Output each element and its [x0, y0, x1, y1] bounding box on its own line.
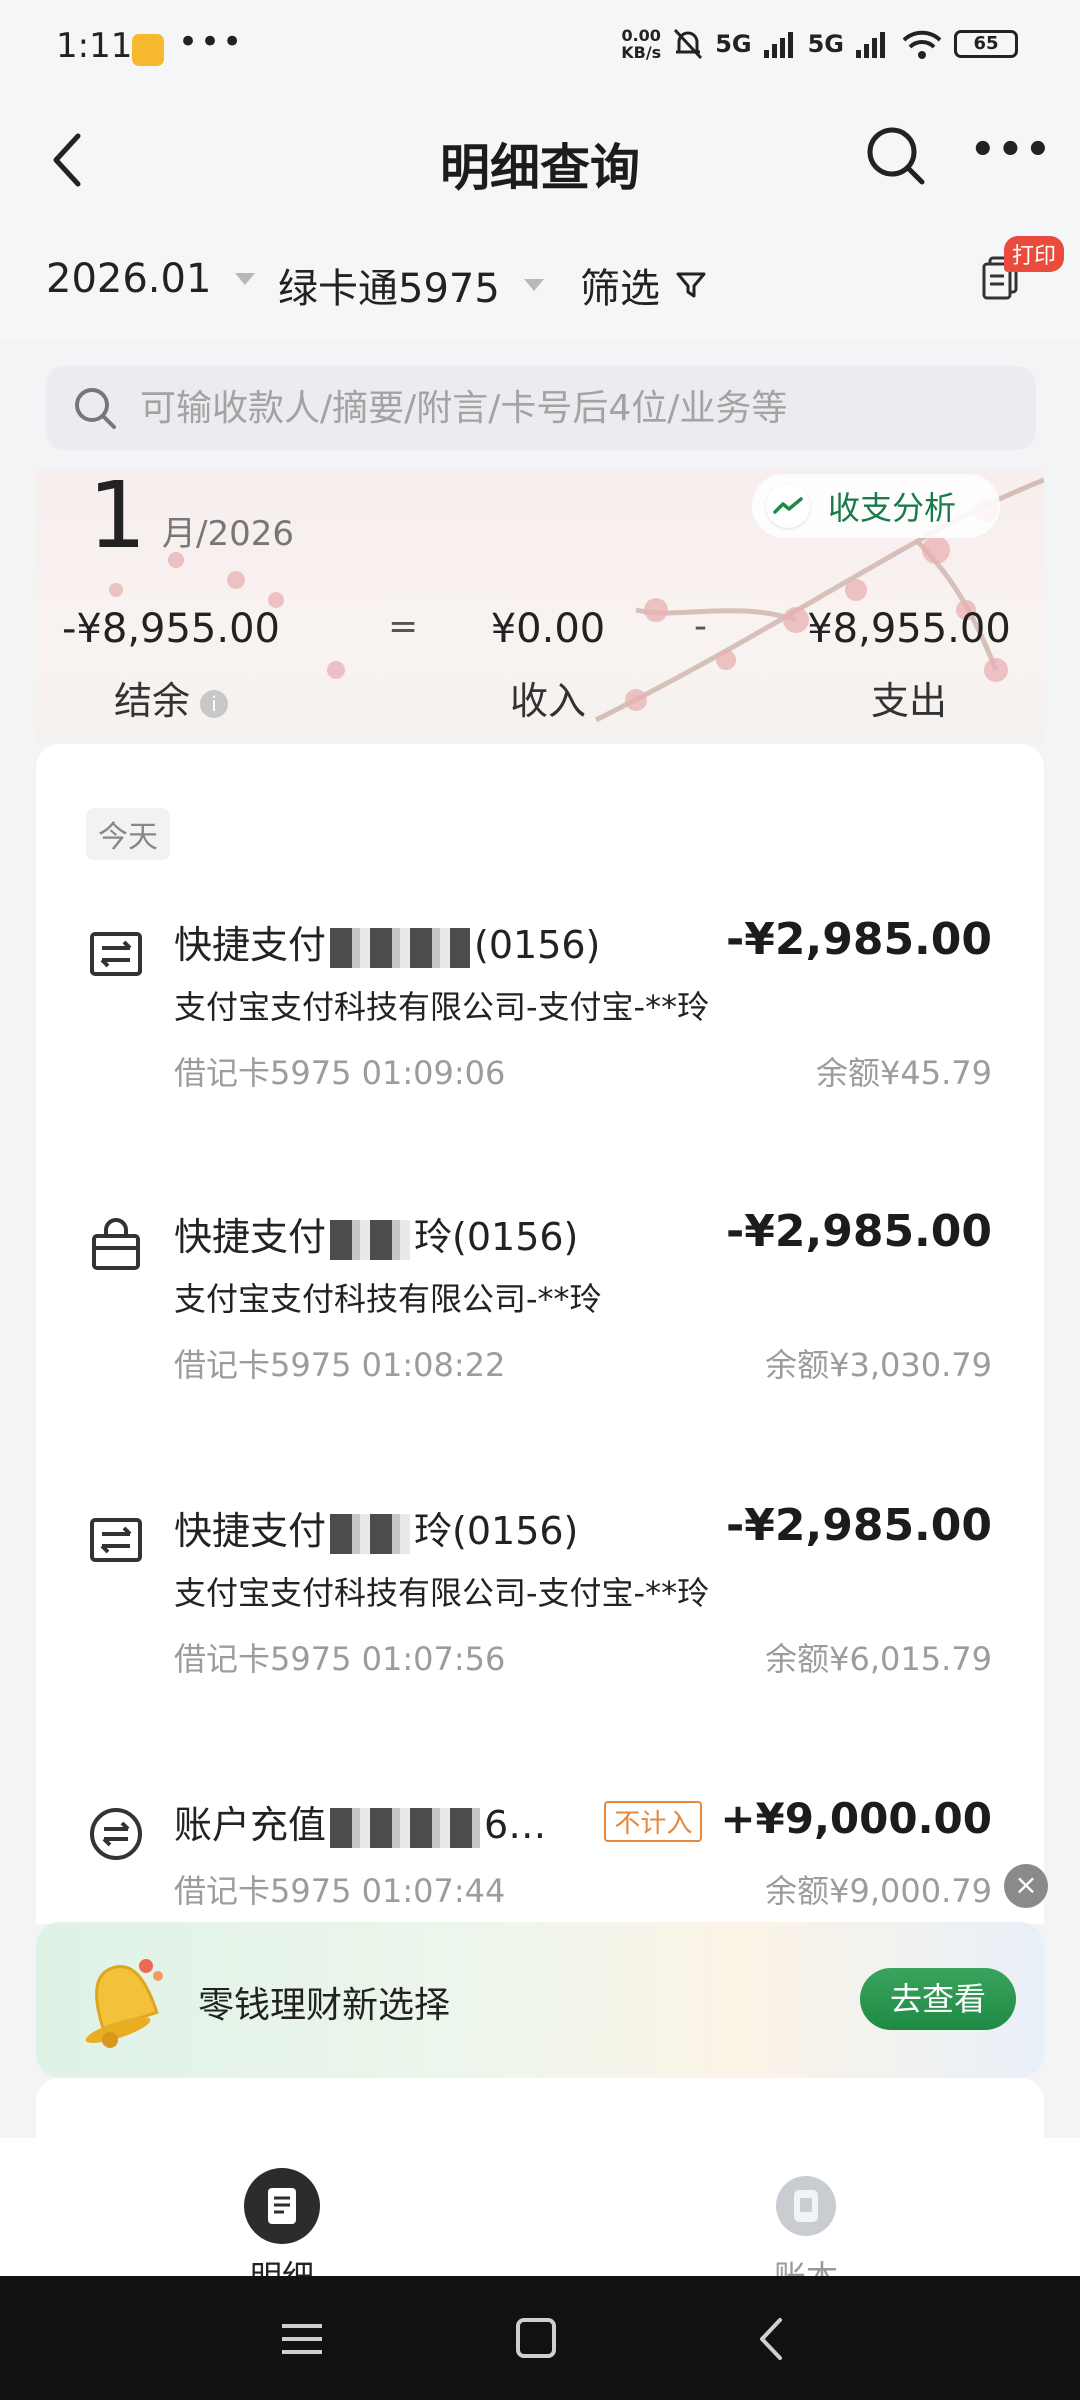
filter-button[interactable]: 筛选: [580, 256, 708, 314]
balance-label-wrap: 结余 i: [56, 670, 286, 725]
search-button[interactable]: [860, 120, 932, 192]
promo-text: 零钱理财新选择: [198, 1985, 451, 2026]
transaction-card-time: 借记卡5975 01:07:56: [174, 1640, 506, 1678]
system-navigation-bar: [0, 2276, 1080, 2400]
redacted-text: [330, 1219, 411, 1260]
search-icon: [867, 127, 925, 185]
more-options-button[interactable]: •••: [970, 120, 1051, 192]
transaction-title: 账户充值 6…: [174, 1803, 547, 1848]
excluded-tag: 不计入: [604, 1801, 703, 1842]
minus-sign: -: [694, 606, 707, 647]
transaction-item[interactable]: 快捷支付 玲(0156) -¥2,985.00 支付宝支付科技有限公司-支付宝-*…: [36, 1476, 1044, 1756]
shopping-bag-icon: [92, 1218, 140, 1270]
transaction-card-time: 借记卡5975 01:08:22: [174, 1346, 506, 1384]
ledger-icon: [768, 2168, 844, 2244]
month-year: 月/2026: [162, 514, 294, 554]
filter-bar: 2026.01 绿卡通5975 筛选: [0, 220, 1080, 340]
income-value: ¥0.00: [490, 606, 606, 652]
equals-sign: =: [388, 606, 419, 647]
bottom-navigation: 明细 账本: [0, 2108, 1080, 2296]
funnel-icon: [676, 272, 706, 298]
transaction-card-time: 借记卡5975 01:09:06: [174, 1054, 506, 1092]
exchange-icon: [90, 1808, 142, 1860]
transaction-item[interactable]: 快捷支付 玲(0156) -¥2,985.00 支付宝支付科技有限公司-**玲 借…: [36, 1182, 1044, 1462]
transaction-counterparty: 支付宝支付科技有限公司-**玲: [174, 1280, 602, 1318]
transaction-balance: 余额¥3,030.79: [765, 1346, 992, 1384]
bell-muted-icon: [674, 28, 703, 60]
promo-banner[interactable]: 零钱理财新选择 去查看: [36, 1922, 1044, 2078]
month-selector[interactable]: 2026.01: [46, 256, 256, 302]
transaction-item[interactable]: 快捷支付 (0156) -¥2,985.00 支付宝支付科技有限公司-支付宝-**…: [36, 890, 1044, 1170]
net-speed: 0.00 KB/s: [621, 26, 662, 62]
home-icon[interactable]: [506, 2314, 566, 2364]
menu-icon[interactable]: [272, 2314, 332, 2364]
redacted-text: [330, 1513, 411, 1554]
search-bar[interactable]: [46, 366, 1036, 450]
month-summary-card: 1 月/2026 收支分析 -¥8,955.00 = ¥0.00 - ¥8,95…: [36, 470, 1044, 744]
app-notification-icon: [132, 34, 164, 66]
redacted-text: [330, 927, 471, 968]
dropdown-triangle-icon: [523, 279, 544, 291]
filter-label: 筛选: [580, 266, 660, 312]
day-group-label: 今天: [86, 808, 170, 860]
status-indicators: 0.00 KB/s 5G 5G 65: [621, 26, 1018, 62]
transaction-amount-row: 不计入 +¥9,000.00: [604, 1794, 992, 1843]
transaction-list: 今天 快捷支付 (0156) -¥2,985.00 支付宝支付科技有限公司-支付宝…: [36, 744, 1044, 1924]
transaction-card-time: 借记卡5975 01:07:44: [174, 1872, 506, 1910]
transaction-title: 快捷支付 玲(0156): [174, 1509, 579, 1554]
transfer-icon: [90, 1518, 142, 1562]
golden-bell-icon: [85, 1959, 163, 2048]
transaction-amount: -¥2,985.00: [726, 1500, 992, 1551]
transaction-item[interactable]: 账户充值 6… 不计入 +¥9,000.00 借记卡5975 01:07:44 余额…: [36, 1770, 1044, 1924]
transfer-icon: [90, 932, 142, 976]
month-number: 1: [88, 470, 147, 569]
transaction-title: 快捷支付 玲(0156): [174, 1215, 579, 1260]
expense-value: ¥8,955.00: [807, 606, 1011, 652]
transaction-amount: +¥9,000.00: [720, 1794, 992, 1843]
search-input[interactable]: [140, 387, 1020, 429]
card-selector-label: 绿卡通5975: [278, 266, 500, 312]
transaction-title: 快捷支付 (0156): [174, 923, 601, 968]
income-expense-analysis-button[interactable]: 收支分析: [752, 474, 1000, 538]
status-time: 1:11: [56, 26, 133, 66]
transaction-balance: 余额¥9,000.79: [765, 1872, 992, 1910]
status-bar: 1:11 ••• 0.00 KB/s 5G 5G 65: [0, 0, 1080, 100]
transaction-balance: 余额¥45.79: [816, 1054, 992, 1092]
more-notifications-icon: •••: [178, 22, 245, 62]
back-icon[interactable]: [742, 2314, 802, 2364]
close-icon[interactable]: ×: [1004, 1864, 1048, 1908]
app-header: 明细查询 •••: [0, 100, 1080, 220]
battery-indicator: 65: [954, 30, 1018, 58]
balance-label: 结余: [113, 679, 190, 723]
search-icon: [75, 388, 116, 429]
signal-5g-2: 5G: [807, 30, 844, 58]
signal-bars-icon: [763, 32, 793, 58]
document-icon: [244, 2168, 320, 2244]
month-selector-label: 2026.01: [46, 256, 212, 302]
transaction-counterparty: 支付宝支付科技有限公司-支付宝-**玲: [174, 1574, 710, 1612]
transaction-amount: -¥2,985.00: [726, 914, 992, 965]
dropdown-triangle-icon: [235, 273, 256, 285]
income-label: 收入: [509, 679, 586, 723]
print-badge: 打印: [1004, 236, 1065, 272]
transaction-counterparty: 支付宝支付科技有限公司-支付宝-**玲: [174, 988, 710, 1026]
transaction-balance: 余额¥6,015.79: [765, 1640, 992, 1678]
next-month-card-peek: [36, 2078, 1044, 2138]
expense-label: 支出: [870, 679, 947, 723]
card-selector[interactable]: 绿卡通5975: [278, 256, 544, 314]
redacted-text: [330, 1807, 481, 1848]
transaction-amount: -¥2,985.00: [726, 1206, 992, 1257]
trend-chart-icon: [766, 484, 810, 528]
signal-bars-icon: [856, 32, 885, 58]
promo-view-button[interactable]: 去查看: [860, 1968, 1016, 2030]
balance-value: -¥8,955.00: [61, 606, 280, 652]
info-icon[interactable]: i: [200, 689, 228, 718]
wifi-icon: [902, 30, 942, 59]
analysis-label: 收支分析: [828, 489, 957, 527]
signal-5g-1: 5G: [715, 30, 752, 58]
